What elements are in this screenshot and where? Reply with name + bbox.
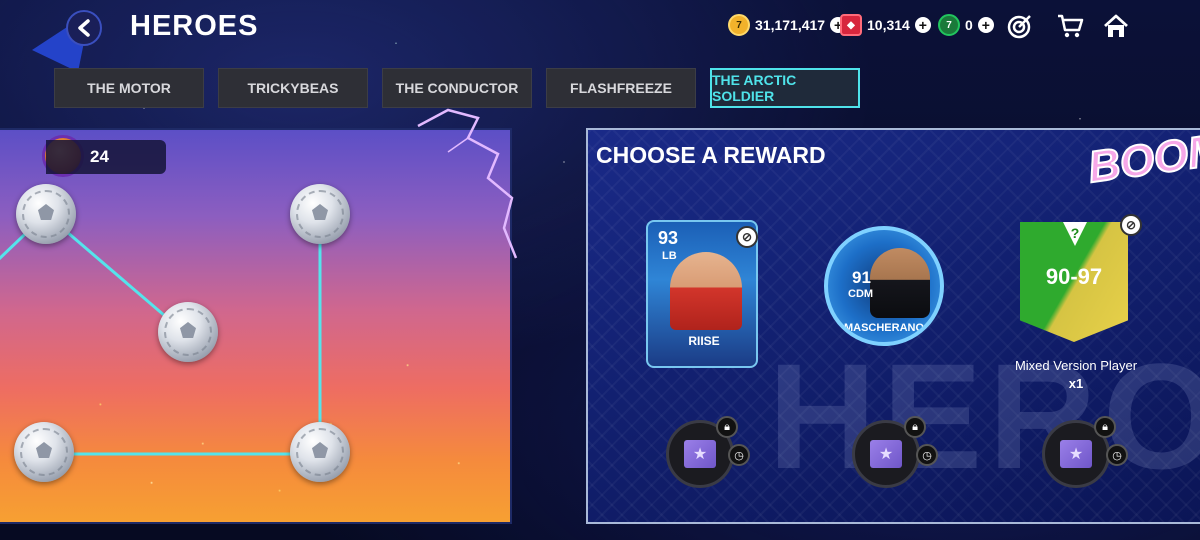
lock-icon: 🔒︎ [904, 416, 926, 438]
page-title: HEROES [130, 10, 259, 42]
tab-the-motor[interactable]: THE MOTOR [54, 68, 204, 108]
board-node[interactable] [290, 422, 350, 482]
target-icon [1007, 15, 1031, 39]
board-node[interactable] [290, 184, 350, 244]
clock-icon: ◷ [916, 444, 938, 466]
player-name: RIISE [688, 334, 720, 348]
tab-the-conductor[interactable]: THE CONDUCTOR [382, 68, 532, 108]
lightning-decoration [417, 108, 518, 259]
objectives-button[interactable] [1006, 12, 1034, 40]
back-button[interactable] [66, 10, 102, 46]
player-rating: 93 [658, 228, 679, 248]
player-photo [870, 248, 930, 318]
player-name: MASCHERANO [843, 322, 925, 334]
store-button[interactable] [1056, 12, 1084, 40]
points-balance: ◆ 10,314 + [840, 14, 931, 36]
board-node[interactable] [16, 184, 76, 244]
rating-range: 90-97 [1045, 264, 1103, 289]
add-points-button[interactable]: + [914, 17, 931, 33]
hero-tabs: THE MOTOR TRICKYBEAS THE CONDUCTOR FLASH… [54, 68, 860, 108]
board-node[interactable] [158, 302, 218, 362]
token-count-value: 24 [90, 147, 109, 166]
clock-icon: ◷ [1106, 444, 1128, 466]
player-position: LB [662, 250, 677, 262]
player-position: CDM [848, 288, 874, 300]
lock-icon: 🔒︎ [716, 416, 738, 438]
points-icon: ◆ [840, 14, 862, 36]
tab-the-arctic-soldier[interactable]: THE ARCTIC SOLDIER [710, 68, 860, 108]
chevron-left-icon [78, 19, 90, 37]
pack-icon: ★ [870, 440, 902, 468]
player-photo [670, 252, 742, 330]
coins-balance: 7 31,171,417 + [728, 14, 847, 36]
points-value: 10,314 [867, 17, 910, 33]
coin-icon: 7 [728, 14, 750, 36]
token-icon: 7 [938, 14, 960, 36]
boom-sticker: BOOM [1084, 128, 1200, 193]
tokens-value: 0 [965, 17, 973, 33]
mixed-player-label: Mixed Version Player [1014, 358, 1138, 373]
cart-icon [1058, 14, 1084, 38]
reward-option-mascherano[interactable]: 91 CDM MASCHERANO [824, 226, 944, 346]
background-watermark: HERO [768, 332, 1200, 500]
clock-icon: ◷ [728, 444, 750, 466]
tab-flashfreeze[interactable]: FLASHFREEZE [546, 68, 696, 108]
pack-icon: ★ [684, 440, 716, 468]
mixed-player-quantity: x1 [1068, 376, 1084, 391]
untradeable-icon: ⊘ [1120, 214, 1142, 236]
header: HEROES 7 31,171,417 + ◆ 10,314 + 7 0 + [0, 0, 1200, 72]
lock-icon: 🔒︎ [1094, 416, 1116, 438]
reward-title: CHOOSE A REWARD [596, 142, 826, 168]
token-count: 24 [46, 140, 166, 174]
reward-option-mixed-version-player[interactable]: ? 90-97 [1020, 222, 1128, 342]
back-area [30, 2, 120, 72]
home-icon [1104, 14, 1128, 37]
player-rating: 91 [852, 268, 871, 287]
tokens-balance: 7 0 + [938, 14, 994, 36]
tab-trickybeas[interactable]: TRICKYBEAS [218, 68, 368, 108]
add-tokens-button[interactable]: + [977, 17, 994, 33]
home-button[interactable] [1102, 12, 1130, 40]
reward-panel: HERO CHOOSE A REWARD BOOM 93 LB RIISE ⊘ … [586, 128, 1200, 524]
board-node[interactable] [14, 422, 74, 482]
question-icon: ? [1062, 222, 1088, 246]
pack-icon: ★ [1060, 440, 1092, 468]
untradeable-icon: ⊘ [736, 226, 758, 248]
coins-value: 31,171,417 [755, 17, 826, 33]
